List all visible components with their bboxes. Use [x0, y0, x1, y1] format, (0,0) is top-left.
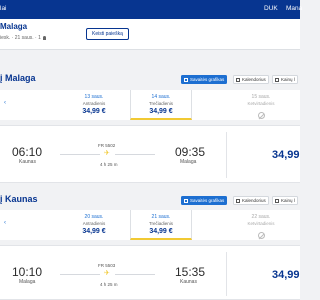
outbound-title: į Malaga [0, 73, 36, 83]
weekday-label: Trečiadienis [148, 221, 174, 226]
summary-meta-text: iesk. · 21 saus. · 1 [0, 35, 41, 41]
no-flight-icon [257, 112, 265, 119]
outbound-calendar-button[interactable]: Kalendorius [233, 75, 269, 84]
grid-icon [184, 198, 188, 203]
outbound-calendar-label: Kalendorius [242, 77, 266, 82]
date-label: 22 saus. [251, 214, 271, 220]
plane-icon: ✈ [104, 150, 110, 157]
weekday-label: Ketvirtadienis [247, 221, 275, 226]
departure-time: 10:10 [12, 265, 43, 279]
brand-text: lai [0, 5, 7, 12]
outbound-date-strip: ‹ 13 saus. Antradienis 34,99 € 14 saus. … [0, 90, 300, 120]
chevron-left-icon[interactable]: ‹ [4, 100, 6, 106]
inbound-flight-card[interactable]: 10:10 Malaga FR 5503 ✈ 4 h 25 m 15:35 Ka… [0, 245, 300, 300]
outbound-fare-button[interactable]: Kainų l [272, 75, 298, 84]
flight-number: FR 5503 [98, 263, 116, 268]
inbound-calendar-label: Kalendorius [242, 198, 266, 203]
plane-icon: ✈ [104, 270, 110, 277]
inbound-date-cell-selected[interactable]: 21 saus. Trečiadienis 34,99 € [130, 210, 192, 240]
outbound-fare-label: Kainų l [281, 77, 295, 82]
inbound-fare-label: Kainų l [281, 198, 295, 203]
search-summary: Malaga iesk. · 21 saus. · 1 Keisti paieš… [0, 19, 300, 50]
passenger-icon [43, 35, 47, 40]
date-label: 20 saus. [84, 214, 104, 220]
flight-number: FR 5502 [98, 143, 116, 148]
summary-meta: iesk. · 21 saus. · 1 [0, 35, 47, 41]
flight-price: 34,99 [272, 269, 300, 281]
inbound-schedule-button[interactable]: Savaitės grafikas [181, 196, 228, 205]
top-nav: lai DUK Mana [0, 0, 302, 19]
date-label: 13 saus. [84, 94, 104, 100]
outbound-date-cell-3: 15 saus. Ketvirtadienis [222, 90, 300, 120]
route-line-left [60, 154, 100, 155]
arrival-city: Kaunas [180, 279, 197, 285]
outbound-schedule-button[interactable]: Savaitės grafikas [181, 75, 228, 84]
departure-city: Kaunas [19, 159, 36, 165]
date-price: 34,99 € [149, 108, 173, 115]
departure-time: 06:10 [12, 145, 43, 159]
inbound-schedule-label: Savaitės grafikas [190, 198, 225, 203]
chart-icon [275, 77, 279, 82]
inbound-date-cell-3: 22 saus. Ketvirtadienis [222, 210, 300, 240]
outbound-flight-card[interactable]: 06:10 Kaunas FR 5502 ✈ 4 h 25 m 09:35 Ma… [0, 125, 300, 183]
date-price: 34,99 € [82, 108, 106, 115]
weekday-label: Antradienis [82, 221, 106, 226]
grid-icon [184, 77, 188, 82]
nav-link-account[interactable]: Mana [286, 5, 302, 12]
flight-price: 34,99 [272, 149, 300, 161]
date-label: 14 saus. [151, 94, 171, 100]
card-divider [226, 252, 227, 296]
date-label: 21 saus. [151, 214, 171, 220]
chart-icon [275, 198, 279, 203]
route-line-left [60, 274, 100, 275]
departure-city: Malaga [19, 279, 36, 285]
chevron-left-icon[interactable]: ‹ [4, 220, 6, 226]
outbound-date-cell-selected[interactable]: 14 saus. Trečiadienis 34,99 € [130, 90, 192, 120]
no-flight-icon [257, 232, 265, 239]
inbound-fare-button[interactable]: Kainų l [272, 196, 298, 205]
date-price: 34,99 € [82, 228, 106, 235]
arrival-city: Malaga [180, 159, 197, 165]
date-price: 34,99 € [149, 228, 173, 235]
outbound-schedule-label: Savaitės grafikas [190, 77, 225, 82]
weekday-label: Ketvirtadienis [247, 101, 275, 106]
inbound-calendar-button[interactable]: Kalendorius [233, 196, 269, 205]
change-search-button[interactable]: Keisti paiešką [86, 28, 129, 40]
calendar-icon [236, 77, 240, 82]
weekday-label: Antradienis [82, 101, 106, 106]
calendar-icon [236, 198, 240, 203]
route-line-right [115, 154, 155, 155]
flight-duration: 4 h 25 m [100, 162, 118, 167]
route-line-right [115, 274, 155, 275]
date-label: 15 saus. [251, 94, 271, 100]
nav-link-faq[interactable]: DUK [264, 5, 278, 12]
summary-route: Malaga [0, 22, 28, 31]
flight-duration: 4 h 25 m [100, 282, 118, 287]
arrival-time: 09:35 [175, 145, 206, 159]
weekday-label: Trečiadienis [148, 101, 174, 106]
inbound-title: į Kaunas [0, 194, 38, 204]
arrival-time: 15:35 [175, 265, 206, 279]
outbound-date-cell-1[interactable]: 13 saus. Antradienis 34,99 € [58, 90, 130, 120]
inbound-date-strip: ‹ 20 saus. Antradienis 34,99 € 21 saus. … [0, 210, 300, 240]
inbound-date-cell-1[interactable]: 20 saus. Antradienis 34,99 € [58, 210, 130, 240]
card-divider [226, 132, 227, 178]
